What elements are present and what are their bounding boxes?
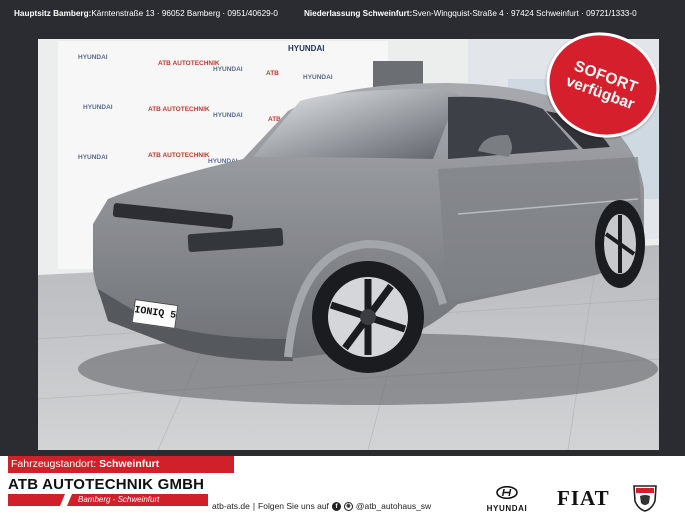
hyundai-text: HYUNDAI	[486, 504, 528, 513]
ad-frame: Hauptsitz Bamberg: Kärntenstraße 13 · 96…	[0, 0, 685, 513]
svg-text:ATB: ATB	[266, 70, 279, 77]
wall-hyundai-logo: HYUNDAI	[288, 44, 324, 53]
branch-label: Niederlassung Schweinfurt:	[303, 9, 413, 18]
company-name: ATB AUTOTECHNIK GMBH	[8, 476, 205, 493]
location-value: Schweinfurt	[96, 458, 160, 470]
hq-label: Hauptsitz Bamberg:	[14, 9, 92, 18]
dealer-address-bar: Hauptsitz Bamberg: Kärntenstraße 13 · 96…	[0, 0, 685, 27]
location-label: Fahrzeugstandort:	[11, 458, 97, 470]
vehicle-location-banner: Fahrzeugstandort: Schweinfurt	[8, 456, 234, 473]
svg-text:HYUNDAI: HYUNDAI	[213, 112, 243, 119]
follow-text: Folgen Sie uns auf	[258, 501, 329, 511]
footer: Fahrzeugstandort: Schweinfurt ATB AUTOTE…	[0, 456, 685, 513]
svg-text:ATB AUTOTECHNIK: ATB AUTOTECHNIK	[148, 152, 210, 159]
company-cities: Bamberg - Schweinfurt	[78, 495, 160, 504]
svg-text:HYUNDAI: HYUNDAI	[78, 154, 108, 161]
abarth-scorpion-icon	[633, 485, 657, 512]
social-links: atb-ats.de | Folgen Sie uns auf f ◉ @atb…	[212, 501, 431, 511]
svg-text:HYUNDAI: HYUNDAI	[213, 66, 243, 73]
website-link[interactable]: atb-ats.de	[212, 501, 250, 511]
separator: |	[252, 501, 256, 511]
hyundai-logo-icon	[496, 485, 518, 500]
svg-text:ATB AUTOTECHNIK: ATB AUTOTECHNIK	[148, 106, 210, 113]
facebook-icon[interactable]: f	[331, 501, 341, 511]
social-handle[interactable]: @atb_autohaus_sw	[356, 501, 431, 511]
svg-text:HYUNDAI: HYUNDAI	[78, 54, 108, 61]
instagram-icon[interactable]: ◉	[343, 501, 353, 511]
svg-text:HYUNDAI: HYUNDAI	[83, 104, 113, 111]
svg-text:ATB AUTOTECHNIK: ATB AUTOTECHNIK	[158, 60, 220, 67]
svg-text:HYUNDAI: HYUNDAI	[303, 74, 333, 81]
fiat-logo: FIAT	[557, 486, 610, 510]
branch-address: Sven-Wingquist-Straße 4 · 97424 Schweinf…	[412, 9, 637, 18]
hq-address: Kärntenstraße 13 · 96052 Bamberg · 0951/…	[91, 9, 278, 18]
hyundai-brand: HYUNDAI	[482, 485, 532, 513]
